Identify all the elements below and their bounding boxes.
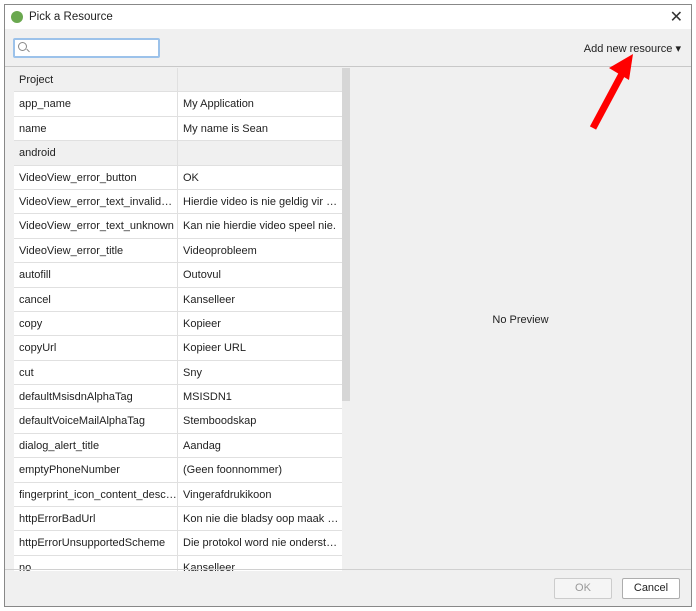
search-field[interactable] (13, 38, 160, 58)
resource-value: MSISDN1 (178, 385, 342, 409)
resource-value (178, 141, 342, 165)
resource-value: Kopieer (178, 311, 342, 336)
resource-name: httpErrorUnsupportedScheme (14, 531, 178, 555)
scrollbar[interactable] (342, 68, 350, 571)
dialog-title: Pick a Resource (29, 11, 113, 23)
resource-name: copy (14, 311, 178, 336)
resource-name: defaultVoiceMailAlphaTag (14, 409, 178, 433)
resource-name: Project (14, 68, 178, 92)
resource-name: VideoView_error_text_invalid_progressive… (14, 189, 178, 214)
resource-name: emptyPhoneNumber (14, 458, 178, 482)
table-group-header: Project (14, 68, 342, 93)
resource-name: fingerprint_icon_content_description (14, 482, 178, 507)
resource-value: Kon nie die bladsy oop maak nie, want di… (178, 507, 342, 531)
resource-value: Die protokol word nie ondersteun nie. (178, 531, 342, 555)
resource-value: Aandag (178, 433, 342, 458)
resource-value: Kanselleer (178, 287, 342, 311)
resource-value: Outovul (178, 263, 342, 287)
button-bar: OK Cancel (5, 569, 691, 606)
table-row[interactable]: VideoView_error_button OK (14, 165, 342, 190)
resource-name: httpErrorBadUrl (14, 507, 178, 531)
table-row[interactable]: httpErrorBadUrl Kon nie die bladsy oop ma… (14, 507, 342, 532)
resource-value: Kopieer URL (178, 336, 342, 360)
table-row[interactable]: dialog_alert_title Aandag (14, 433, 342, 459)
resource-value: Hierdie video is nie geldig vir stroming… (178, 189, 342, 214)
resource-name: android (14, 141, 178, 165)
table-row[interactable]: VideoView_error_text_unknown Kan nie hier… (14, 214, 342, 239)
resource-value: Vingerafdrukikoon (178, 482, 342, 507)
resource-value: Kan nie hierdie video speel nie. (178, 214, 342, 238)
table-row[interactable]: copy Kopieer (14, 311, 342, 337)
table-row[interactable]: fingerprint_icon_content_descriptionVing… (14, 482, 342, 508)
resource-name: copyUrl (14, 336, 178, 360)
title-bar: Pick a Resource ✕ (5, 5, 691, 29)
resource-value: My name is Sean (178, 116, 342, 141)
resource-name: VideoView_error_text_unknown (14, 214, 178, 238)
table-row[interactable]: app_name My Application (14, 92, 342, 117)
resource-value: Sny (178, 360, 342, 385)
red-arrow-annotation-icon (589, 54, 633, 130)
scrollbar-thumb[interactable] (342, 68, 350, 401)
android-studio-logo-icon (11, 11, 23, 23)
resource-value (178, 68, 342, 92)
preview-pane: No Preview (350, 68, 691, 571)
table-row[interactable]: name My name is Sean (14, 116, 342, 142)
ok-button[interactable]: OK (554, 578, 612, 599)
resource-name: VideoView_error_title (14, 238, 178, 263)
resource-name: defaultMsisdnAlphaTag (14, 385, 178, 409)
resource-value: Stemboodskap (178, 409, 342, 433)
table-row[interactable]: cut Sny (14, 360, 342, 386)
resource-value: (Geen foonnommer) (178, 458, 342, 482)
table-row[interactable]: copyUrl Kopieer URL (14, 336, 342, 361)
table-row[interactable]: VideoView_error_text_invalid_progressive… (14, 189, 342, 215)
resource-value: OK (178, 165, 342, 189)
resource-value: Videoprobleem (178, 238, 342, 263)
table-group-header: android (14, 141, 342, 166)
table-row[interactable]: emptyPhoneNumber (Geen foonnommer) (14, 458, 342, 483)
search-input[interactable] (15, 40, 158, 56)
resource-value: My Application (178, 92, 342, 116)
table-row[interactable]: cancel Kanselleer (14, 287, 342, 312)
preview-text: No Preview (492, 313, 549, 326)
resource-name: name (14, 116, 178, 141)
resource-name: app_name (14, 92, 178, 116)
resource-table: Project app_name My Application name My name… (14, 68, 342, 571)
close-icon[interactable]: ✕ (670, 7, 683, 27)
search-icon (18, 42, 27, 51)
table-row[interactable]: autofill Outovul (14, 263, 342, 288)
resource-name: dialog_alert_title (14, 433, 178, 458)
table-row[interactable]: defaultVoiceMailAlphaTag Stemboodskap (14, 409, 342, 434)
resource-name: VideoView_error_button (14, 165, 178, 189)
table-row[interactable]: defaultMsisdnAlphaTag MSISDN1 (14, 385, 342, 410)
resource-name: cut (14, 360, 178, 385)
table-row[interactable]: httpErrorUnsupportedScheme Die protokol w… (14, 531, 342, 556)
table-row[interactable]: VideoView_error_title Videoprobleem (14, 238, 342, 264)
cancel-button[interactable]: Cancel (622, 578, 680, 599)
resource-name: cancel (14, 287, 178, 311)
resource-name: autofill (14, 263, 178, 287)
